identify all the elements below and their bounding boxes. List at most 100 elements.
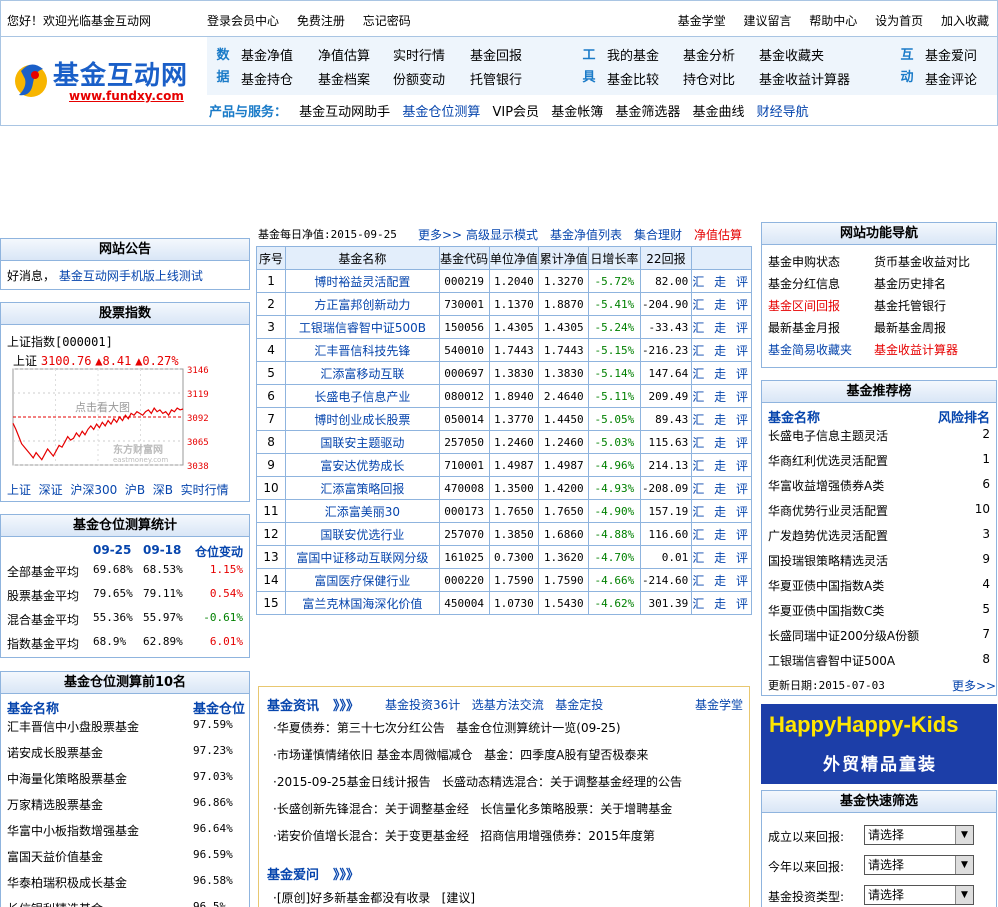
site-nav-link[interactable]: 基金历史排名 <box>874 275 946 292</box>
site-nav-link[interactable]: 基金申购状态 <box>768 253 840 270</box>
recommend-fund-name[interactable]: 工银瑞信睿智中证500A <box>768 652 895 669</box>
cell-fund-name[interactable]: 工银瑞信睿智中证500B <box>285 315 440 339</box>
advanced-mode-link[interactable]: 高级显示模式 <box>466 226 538 243</box>
ask-title[interactable]: 基金爱问 <box>267 864 319 883</box>
nav-realtime[interactable]: 实时行情 <box>393 45 445 64</box>
service-finance-nav[interactable]: 财经导航 <box>757 105 809 120</box>
nav-share-change[interactable]: 份额变动 <box>393 69 445 88</box>
site-logo[interactable]: 基金互动网 www.fundxy.com <box>13 51 203 111</box>
cell-fund-name[interactable]: 富兰克林国海深化价值 <box>285 591 440 615</box>
top10-fund-name[interactable]: 华富中小板指数增强基金 <box>7 822 139 839</box>
ask-item[interactable]: ·[原创]好多新基金都没有收录 [建议] <box>273 889 475 906</box>
site-nav-link[interactable]: 基金简易收藏夹 <box>768 341 852 358</box>
cell-fund-name[interactable]: 国联安优选行业 <box>285 522 440 546</box>
register-link[interactable]: 免费注册 <box>297 14 345 28</box>
filter-select[interactable]: 请选择 ▼ <box>864 855 974 875</box>
cell-actions[interactable]: 汇 走 评 <box>691 476 752 500</box>
news-item[interactable]: 华夏债券：第三十七次分红公告 <box>277 721 445 735</box>
cell-actions[interactable]: 汇 走 评 <box>691 499 752 523</box>
nav-custodian[interactable]: 托管银行 <box>470 69 522 88</box>
nav-estimate-link[interactable]: 净值估算 <box>694 226 742 243</box>
nav-list-link[interactable]: 基金净值列表 <box>550 226 622 243</box>
service-assistant[interactable]: 基金互动网助手 <box>299 105 390 120</box>
cell-actions[interactable]: 汇 走 评 <box>691 315 752 339</box>
feedback-link[interactable]: 建议留言 <box>743 14 791 28</box>
recommend-fund-name[interactable]: 华富收益增强债券A类 <box>768 477 884 494</box>
cell-fund-name[interactable]: 博时裕益灵活配置 <box>285 269 440 293</box>
service-position-estimate[interactable]: 基金仓位测算 <box>402 105 480 120</box>
site-nav-link[interactable]: 基金收益计算器 <box>874 341 958 358</box>
site-nav-link[interactable]: 货币基金收益对比 <box>874 253 970 270</box>
nav-calculator[interactable]: 基金收益计算器 <box>759 69 850 88</box>
site-nav-link[interactable]: 基金分红信息 <box>768 275 840 292</box>
cell-actions[interactable]: 汇 走 评 <box>691 522 752 546</box>
cell-fund-name[interactable]: 汇丰晋信科技先锋 <box>285 338 440 362</box>
nav-favorites[interactable]: 基金收藏夹 <box>759 45 824 64</box>
site-nav-link[interactable]: 最新基金月报 <box>768 319 840 336</box>
site-nav-link[interactable]: 基金托管银行 <box>874 297 946 314</box>
cell-actions[interactable]: 汇 走 评 <box>691 407 752 431</box>
news-item[interactable]: 招商信用增强债券：2015年度第 <box>480 829 655 843</box>
add-favorite-link[interactable]: 加入收藏 <box>941 14 989 28</box>
recommend-fund-name[interactable]: 华商优势行业灵活配置 <box>768 502 888 519</box>
nav-nav-estimate[interactable]: 净值估算 <box>318 45 370 64</box>
cell-fund-name[interactable]: 富国医疗保健行业 <box>285 568 440 592</box>
service-screener[interactable]: 基金筛选器 <box>615 105 680 120</box>
nav-holding-compare[interactable]: 持仓对比 <box>683 69 735 88</box>
news-item[interactable]: 长盛动态精选混合：关于调整基金经理的公告 <box>442 775 682 789</box>
filter-select[interactable]: 请选择 ▼ <box>864 825 974 845</box>
cell-actions[interactable]: 汇 走 评 <box>691 430 752 454</box>
recommend-fund-name[interactable]: 华夏亚债中国指数C类 <box>768 602 884 619</box>
service-vip[interactable]: VIP会员 <box>492 105 539 120</box>
news-item[interactable]: 基金仓位测算统计一览(09-25) <box>456 721 620 735</box>
top10-fund-name[interactable]: 华泰柏瑞积极成长基金 <box>7 874 127 891</box>
news-item[interactable]: 诺安价值增长混合：关于变更基金经 <box>277 829 469 843</box>
index-chart[interactable]: 3146 3119 3092 3065 3038 点击看大图东方财富网eastmoney.… <box>9 365 249 469</box>
recommend-fund-name[interactable]: 长盛电子信息主题灵活 <box>768 427 888 444</box>
news-item[interactable]: 2015-09-25基金日线计报告 <box>277 775 431 789</box>
index-link-sz[interactable]: 深证 <box>39 483 63 497</box>
cell-fund-name[interactable]: 长盛电子信息产业 <box>285 384 440 408</box>
index-link-shb[interactable]: 沪B <box>125 483 145 497</box>
nav-fund-nav[interactable]: 基金净值 <box>241 45 293 64</box>
top10-fund-name[interactable]: 富国天益价值基金 <box>7 848 103 865</box>
top10-fund-name[interactable]: 中海量化策略股票基金 <box>7 770 127 787</box>
news-link-36[interactable]: 基金投资36计 <box>385 698 460 712</box>
index-link-sh[interactable]: 上证 <box>7 483 31 497</box>
cell-fund-name[interactable]: 博时创业成长股票 <box>285 407 440 431</box>
login-link[interactable]: 登录会员中心 <box>207 14 279 28</box>
forgot-password-link[interactable]: 忘记密码 <box>363 14 411 28</box>
cell-actions[interactable]: 汇 走 评 <box>691 292 752 316</box>
cell-fund-name[interactable]: 方正富邦创新动力 <box>285 292 440 316</box>
cell-actions[interactable]: 汇 走 评 <box>691 545 752 569</box>
nav-my-fund[interactable]: 我的基金 <box>607 45 659 64</box>
recommend-fund-name[interactable]: 华商红利优选灵活配置 <box>768 452 888 469</box>
news-item[interactable]: 市场谨慎情绪依旧 基金本周微幅减仓 <box>277 748 473 762</box>
top10-fund-name[interactable]: 诺安成长股票基金 <box>7 744 103 761</box>
set-homepage-link[interactable]: 设为首页 <box>875 14 923 28</box>
nav-returns[interactable]: 基金回报 <box>470 45 522 64</box>
cell-fund-name[interactable]: 汇添富美丽30 <box>285 499 440 523</box>
cell-fund-name[interactable]: 国联安主题驱动 <box>285 430 440 454</box>
nav-ask[interactable]: 基金爱问 <box>925 45 977 64</box>
news-title[interactable]: 基金资讯 <box>267 695 319 714</box>
cell-fund-name[interactable]: 富安达优势成长 <box>285 453 440 477</box>
index-link-szb[interactable]: 深B <box>153 483 173 497</box>
recommend-more[interactable]: 更多>> <box>952 677 996 694</box>
daily-nav-more[interactable]: 更多>> <box>418 226 462 243</box>
cell-actions[interactable]: 汇 走 评 <box>691 591 752 615</box>
news-item[interactable]: 长信量化多策略股票：关于增聘基金 <box>480 802 672 816</box>
cell-fund-name[interactable]: 富国中证移动互联网分级 <box>285 545 440 569</box>
cell-fund-name[interactable]: 汇添富策略回报 <box>285 476 440 500</box>
news-link-regular[interactable]: 基金定投 <box>555 698 603 712</box>
site-nav-link[interactable]: 最新基金周报 <box>874 319 946 336</box>
ad-banner[interactable]: HappyHappy-Kids 外贸精品童装 <box>761 704 997 784</box>
top10-fund-name[interactable]: 长信银利精选基金 <box>7 900 103 907</box>
nav-holdings[interactable]: 基金持仓 <box>241 69 293 88</box>
help-link[interactable]: 帮助中心 <box>809 14 857 28</box>
cell-actions[interactable]: 汇 走 评 <box>691 269 752 293</box>
filter-select[interactable]: 请选择 ▼ <box>864 885 974 905</box>
cell-actions[interactable]: 汇 走 评 <box>691 568 752 592</box>
top10-fund-name[interactable]: 万家精选股票基金 <box>7 796 103 813</box>
index-link-hs300[interactable]: 沪深300 <box>70 483 117 497</box>
